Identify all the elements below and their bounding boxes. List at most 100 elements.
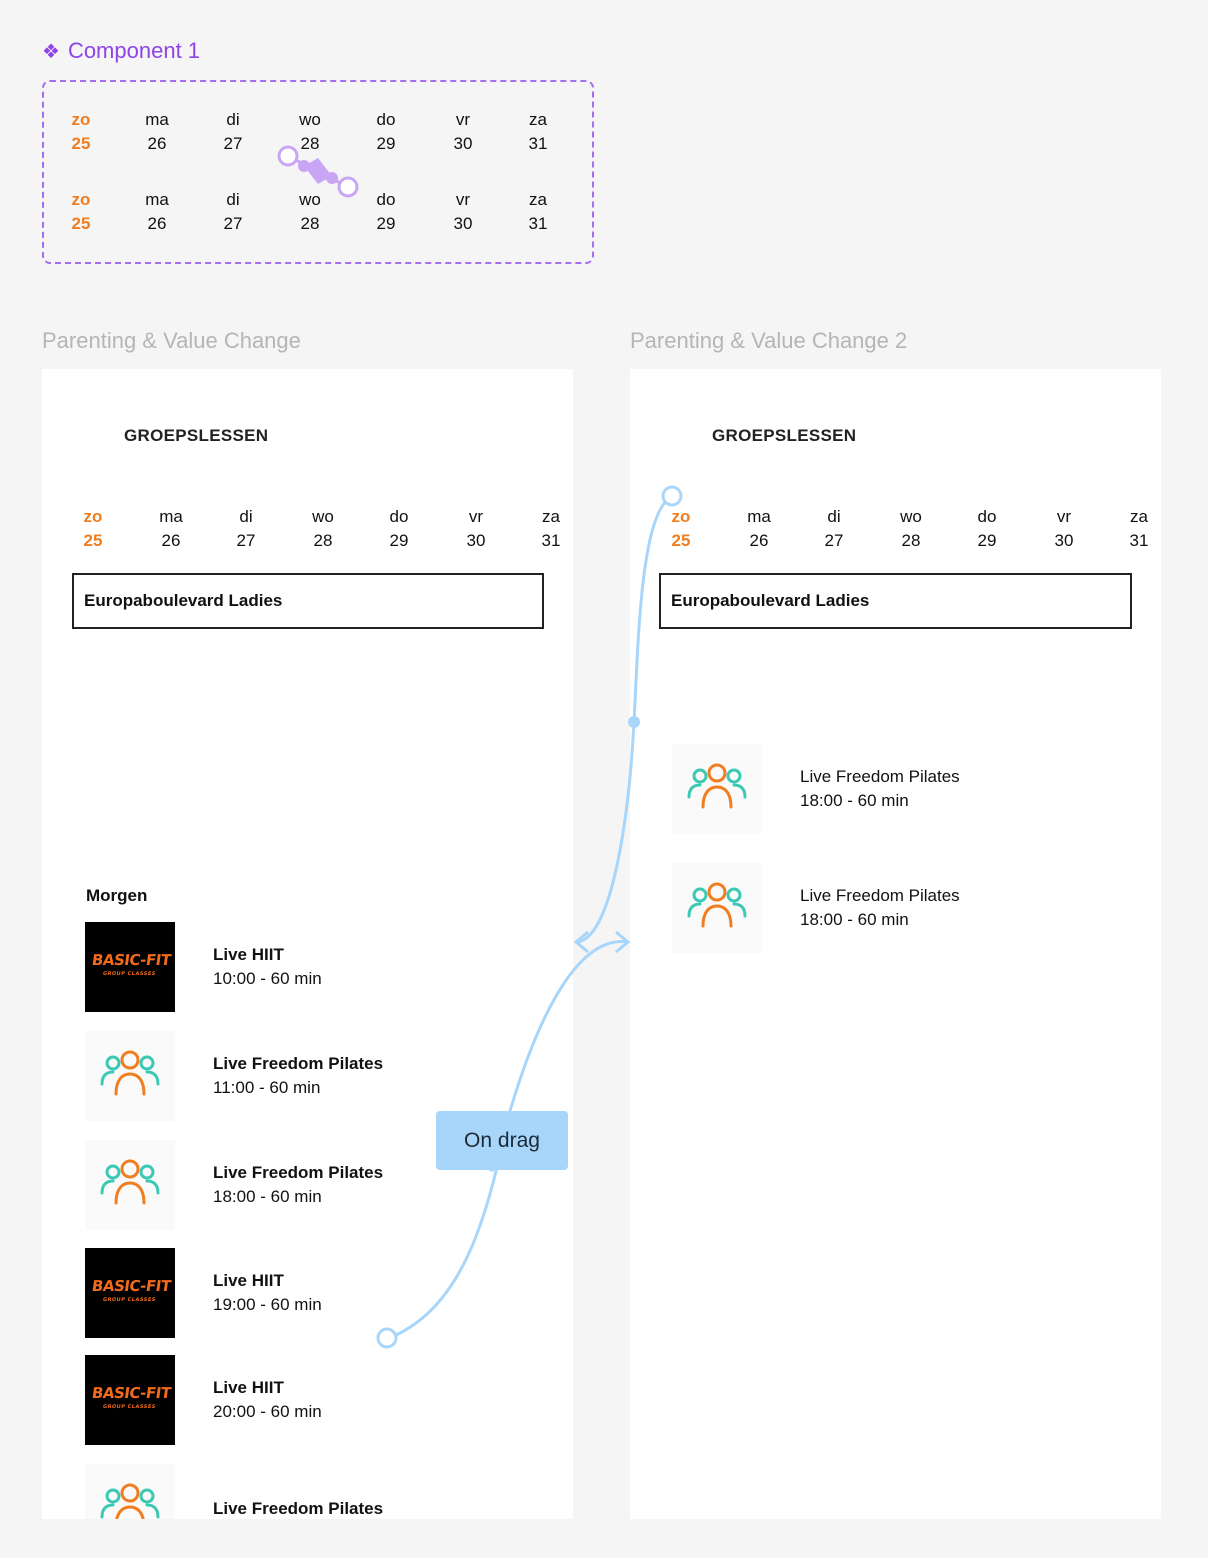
- day-of-week: do: [977, 507, 997, 526]
- day-ma[interactable]: ma 26: [137, 188, 177, 236]
- component-diamond-icon: ❖: [42, 40, 60, 63]
- day-number: 29: [376, 134, 396, 153]
- day-ma[interactable]: ma 26: [151, 505, 191, 553]
- day-number: 27: [824, 531, 844, 550]
- group-people-icon: [687, 763, 747, 809]
- location-selector[interactable]: Europaboulevard Ladies: [659, 573, 1132, 629]
- day-zo[interactable]: zo 25: [61, 188, 101, 236]
- day-of-week: di: [827, 507, 841, 526]
- class-name: Live Freedom Pilates: [213, 1163, 384, 1182]
- day-za[interactable]: za 31: [518, 188, 558, 236]
- day-number: 28: [313, 531, 333, 550]
- group-people-icon: [100, 1159, 160, 1205]
- day-di[interactable]: di 27: [814, 505, 854, 553]
- class-time: 10:00 - 60 min: [213, 969, 322, 988]
- day-vr[interactable]: vr 30: [456, 505, 496, 553]
- class-time: 18:00 - 60 min: [800, 791, 909, 810]
- class-name: Live HIIT: [213, 1378, 284, 1397]
- class-time: 19:00 - 60 min: [213, 1295, 322, 1314]
- day-number: 27: [223, 134, 243, 153]
- day-number: 28: [300, 134, 320, 153]
- day-of-week: zo: [671, 507, 691, 526]
- class-thumbnail: BASIC-FIT GROUP CLASSES: [85, 1355, 175, 1445]
- day-of-week: wo: [299, 110, 321, 129]
- class-list-item[interactable]: BASIC-FIT GROUP CLASSES Live HIIT 19:00 - …: [85, 1248, 322, 1338]
- day-ma[interactable]: ma 26: [739, 505, 779, 553]
- day-of-week: za: [529, 110, 547, 129]
- day-vr[interactable]: vr 30: [443, 108, 483, 156]
- class-time: 11:00 - 60 min: [213, 1078, 321, 1097]
- day-of-week: za: [542, 507, 560, 526]
- day-number: 31: [541, 531, 561, 550]
- day-di[interactable]: di 27: [213, 188, 253, 236]
- day-of-week: ma: [747, 507, 771, 526]
- class-list-item[interactable]: Live Freedom Pilates: [85, 1464, 383, 1519]
- frame-1[interactable]: GROEPSLESSEN zo 25 ma 26 di 27 wo 28 do 29 vr 30 za 3…: [42, 369, 573, 1519]
- day-zo[interactable]: zo 25: [73, 505, 113, 553]
- location-selector[interactable]: Europaboulevard Ladies: [72, 573, 544, 629]
- day-of-week: ma: [145, 190, 169, 209]
- class-thumbnail: [85, 1464, 175, 1519]
- class-list-item[interactable]: Live Freedom Pilates 11:00 - 60 min: [85, 1031, 383, 1121]
- day-of-week: di: [226, 110, 240, 129]
- day-do[interactable]: do 29: [379, 505, 419, 553]
- day-vr[interactable]: vr 30: [443, 188, 483, 236]
- day-of-week: za: [1130, 507, 1148, 526]
- day-zo[interactable]: zo 25: [61, 108, 101, 156]
- day-number: 25: [71, 134, 91, 153]
- section-label-morgen: Morgen: [86, 886, 148, 905]
- day-za[interactable]: za 31: [1119, 505, 1159, 553]
- class-time: 20:00 - 60 min: [213, 1402, 322, 1421]
- day-vr[interactable]: vr 30: [1044, 505, 1084, 553]
- day-of-week: zo: [71, 190, 91, 209]
- day-number: 26: [147, 214, 167, 233]
- day-number: 26: [147, 134, 167, 153]
- group-people-icon: [100, 1050, 160, 1096]
- day-of-week: do: [389, 507, 409, 526]
- class-list-item[interactable]: Live Freedom Pilates 18:00 - 60 min: [672, 863, 960, 953]
- day-of-week: di: [226, 190, 240, 209]
- day-ma[interactable]: ma 26: [137, 108, 177, 156]
- basic-fit-logo: BASIC-FIT GROUP CLASSES: [90, 1277, 172, 1303]
- day-wo[interactable]: wo 28: [891, 505, 931, 553]
- frame-1-title: Parenting & Value Change: [42, 328, 301, 353]
- class-list-item[interactable]: BASIC-FIT GROUP CLASSES Live HIIT 10:00 - …: [85, 922, 322, 1012]
- day-wo[interactable]: wo 28: [303, 505, 343, 553]
- day-di[interactable]: di 27: [213, 108, 253, 156]
- day-number: 27: [223, 214, 243, 233]
- day-of-week: zo: [71, 110, 91, 129]
- day-di[interactable]: di 27: [226, 505, 266, 553]
- basic-fit-logo: BASIC-FIT GROUP CLASSES: [90, 951, 172, 977]
- day-wo[interactable]: wo 28: [290, 188, 330, 236]
- day-of-week: wo: [900, 507, 922, 526]
- day-of-week: ma: [159, 507, 183, 526]
- frame-2[interactable]: GROEPSLESSEN zo 25 ma 26 di 27 wo 28 do 29 vr 30 za 3…: [630, 369, 1161, 1519]
- day-do[interactable]: do 29: [366, 108, 406, 156]
- day-of-week: vr: [455, 110, 471, 129]
- class-thumbnail: [85, 1140, 175, 1230]
- day-do[interactable]: do 29: [967, 505, 1007, 553]
- class-list-item[interactable]: Live Freedom Pilates 18:00 - 60 min: [672, 744, 960, 834]
- class-list-item[interactable]: Live Freedom Pilates 18:00 - 60 min: [85, 1140, 383, 1230]
- day-of-week: za: [529, 190, 547, 209]
- day-za[interactable]: za 31: [531, 505, 571, 553]
- class-time: 18:00 - 60 min: [213, 1187, 322, 1206]
- day-za[interactable]: za 31: [518, 108, 558, 156]
- class-list-item[interactable]: BASIC-FIT GROUP CLASSES Live HIIT 20:00 - …: [85, 1355, 322, 1445]
- day-zo[interactable]: zo 25: [661, 505, 701, 553]
- day-do[interactable]: do 29: [366, 188, 406, 236]
- day-of-week: do: [376, 110, 396, 129]
- class-name: Live Freedom Pilates: [800, 886, 960, 905]
- day-of-week: ma: [145, 110, 169, 129]
- day-of-week: wo: [312, 507, 334, 526]
- day-number: 27: [236, 531, 256, 550]
- day-number: 26: [749, 531, 769, 550]
- day-of-week: vr: [468, 507, 484, 526]
- day-number: 25: [71, 214, 91, 233]
- day-of-week: do: [376, 190, 396, 209]
- on-drag-trigger-label[interactable]: On drag: [436, 1111, 568, 1170]
- day-wo[interactable]: wo 28: [290, 108, 330, 156]
- day-of-week: vr: [455, 190, 471, 209]
- location-label: Europaboulevard Ladies: [671, 591, 870, 610]
- group-people-icon: [100, 1483, 160, 1519]
